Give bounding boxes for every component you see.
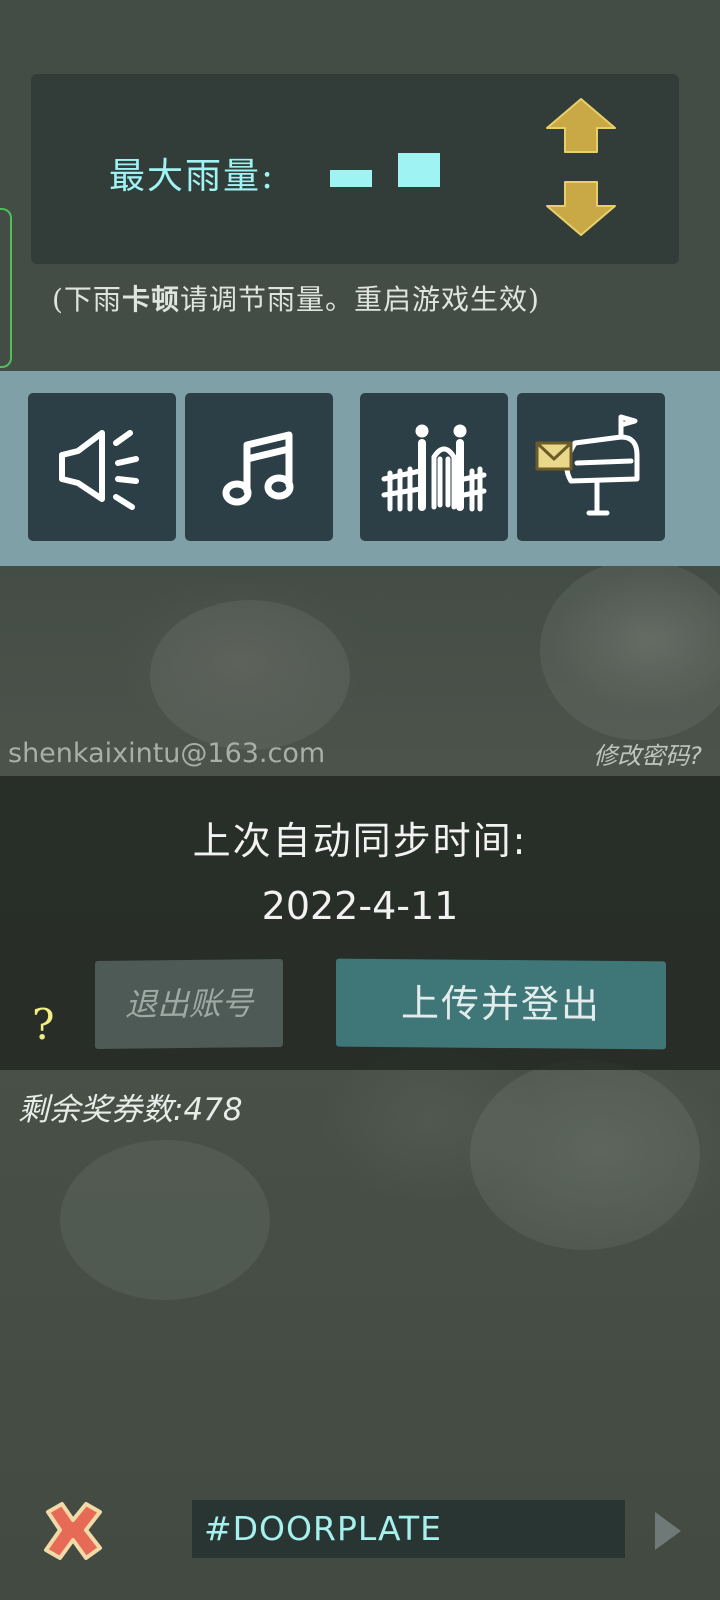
logout-button[interactable]: 退出账号 <box>95 959 283 1049</box>
rain-level-bar-2 <box>398 153 440 187</box>
upload-and-logout-button[interactable]: 上传并登出 <box>336 958 666 1050</box>
side-tab-edge[interactable] <box>0 208 12 368</box>
last-sync-date: 2022-4-11 <box>261 884 459 928</box>
sync-panel: 上次自动同步时间: 2022-4-11 ? 退出账号 上传并登出 <box>0 776 720 1070</box>
rain-increase-arrow-icon[interactable] <box>545 96 617 156</box>
last-sync-title: 上次自动同步时间: <box>192 819 528 863</box>
music-note-icon <box>222 431 294 506</box>
rain-decrease-arrow-icon[interactable] <box>545 178 617 238</box>
mailbox-button[interactable] <box>517 393 665 541</box>
help-button[interactable]: ? <box>32 1000 55 1049</box>
account-email: shenkaixintu@163.com <box>8 738 326 769</box>
speaker-icon <box>59 430 139 510</box>
background-tree <box>470 1060 700 1250</box>
settings-icon-strip <box>0 371 720 566</box>
doorplate-input[interactable]: #DOORPLATE <box>192 1500 625 1558</box>
sound-toggle-button[interactable] <box>28 393 176 541</box>
rain-level-bar-1 <box>330 170 372 187</box>
max-rain-label: 最大雨量: <box>109 156 276 197</box>
fence-icon <box>381 424 487 512</box>
rain-panel: 最大雨量: <box>31 74 679 264</box>
background-tree <box>60 1140 270 1300</box>
rain-note: (下雨卡顿请调节雨量。重启游戏生效) <box>52 283 540 316</box>
background-tree <box>540 560 720 740</box>
fence-garden-button[interactable] <box>360 393 508 541</box>
close-icon[interactable] <box>38 1498 108 1564</box>
music-toggle-button[interactable] <box>185 393 333 541</box>
remaining-tickets: 剩余奖券数:478 <box>18 1092 243 1128</box>
mailbox-icon <box>535 414 640 516</box>
play-next-icon[interactable] <box>652 1508 684 1554</box>
change-password-link[interactable]: 修改密码? <box>593 736 702 771</box>
background-tree <box>150 600 350 750</box>
